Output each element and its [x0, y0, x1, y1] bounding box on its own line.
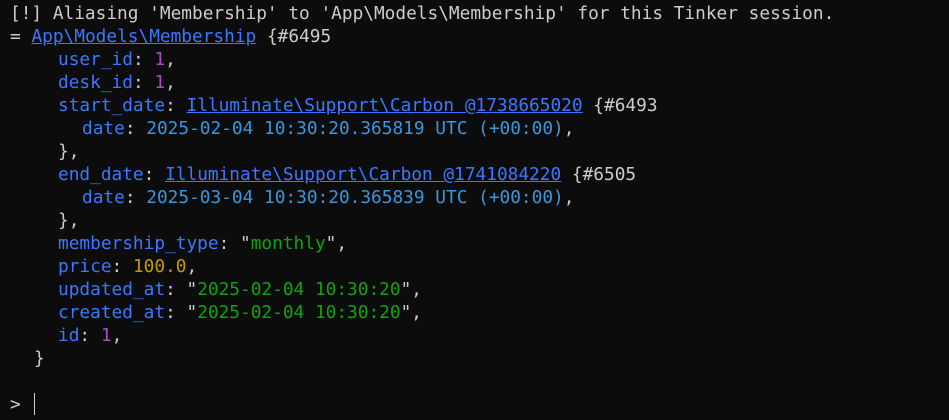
field-membership-type: membership_type: "monthly", — [58, 233, 348, 254]
field-key: start_date — [58, 95, 166, 116]
model-ref: {#6495 — [266, 26, 332, 47]
end-date-close: }, — [58, 210, 80, 231]
field-key: created_at — [58, 302, 166, 323]
field-value: 2025-02-04 10:30:20 — [197, 302, 401, 323]
field-key: membership_type — [58, 233, 219, 254]
model-class-link[interactable]: App\Models\Membership — [31, 26, 256, 47]
field-key: price — [58, 256, 112, 277]
field-key: user_id — [58, 49, 133, 70]
field-price: price: 100.0, — [58, 256, 198, 277]
alias-notice: [!] Aliasing 'Membership' to 'App\Models… — [10, 2, 834, 25]
text-cursor — [34, 393, 35, 415]
start-date-value-line: date: 2025-02-04 10:30:20.365819 UTC (+0… — [82, 118, 575, 139]
field-id: id: 1, — [58, 325, 123, 346]
field-value: 1 — [154, 49, 166, 70]
object-ref: {#6505 — [571, 164, 637, 185]
result-header: = App\Models\Membership {#6495 — [10, 25, 331, 48]
object-ref: {#6493 — [593, 95, 658, 116]
field-key: end_date — [58, 164, 144, 185]
field-key: desk_id — [58, 72, 133, 93]
carbon-class-link[interactable]: Illuminate\Support\Carbon @1738665020 — [186, 95, 582, 116]
field-start-date: start_date: Illuminate\Support\Carbon @1… — [58, 95, 658, 116]
closing-brace: } — [34, 348, 45, 369]
field-updated-at: updated_at: "2025-02-04 10:30:20", — [58, 279, 423, 300]
field-key: id — [58, 325, 80, 346]
field-created-at: created_at: "2025-02-04 10:30:20", — [58, 302, 423, 323]
carbon-class-link[interactable]: Illuminate\Support\Carbon @1741084220 — [165, 164, 561, 185]
date-key: date — [82, 187, 125, 208]
terminal-window[interactable]: [!] Aliasing 'Membership' to 'App\Models… — [0, 0, 949, 420]
prompt-line[interactable]: > — [10, 393, 21, 416]
date-value: 2025-03-04 10:30:20.365839 UTC (+00:00) — [146, 187, 564, 208]
field-value: monthly — [250, 233, 326, 254]
field-value: 1 — [100, 325, 112, 346]
result-prefix: = — [10, 26, 21, 47]
field-value: 1 — [154, 72, 166, 93]
prompt-symbol: > — [10, 394, 21, 415]
field-end-date: end_date: Illuminate\Support\Carbon @174… — [58, 164, 637, 185]
start-date-close: }, — [58, 141, 80, 162]
field-key: updated_at — [58, 279, 166, 300]
field-user-id: user_id: 1, — [58, 49, 176, 70]
date-value: 2025-02-04 10:30:20.365819 UTC (+00:00) — [146, 118, 564, 139]
object-close: } — [34, 347, 45, 370]
date-key: date — [82, 118, 125, 139]
alias-notice-text: [!] Aliasing 'Membership' to 'App\Models… — [10, 3, 835, 24]
field-desk-id: desk_id: 1, — [58, 72, 176, 93]
end-date-value-line: date: 2025-03-04 10:30:20.365839 UTC (+0… — [82, 187, 575, 208]
field-value: 100.0 — [132, 256, 187, 277]
field-value: 2025-02-04 10:30:20 — [197, 279, 401, 300]
